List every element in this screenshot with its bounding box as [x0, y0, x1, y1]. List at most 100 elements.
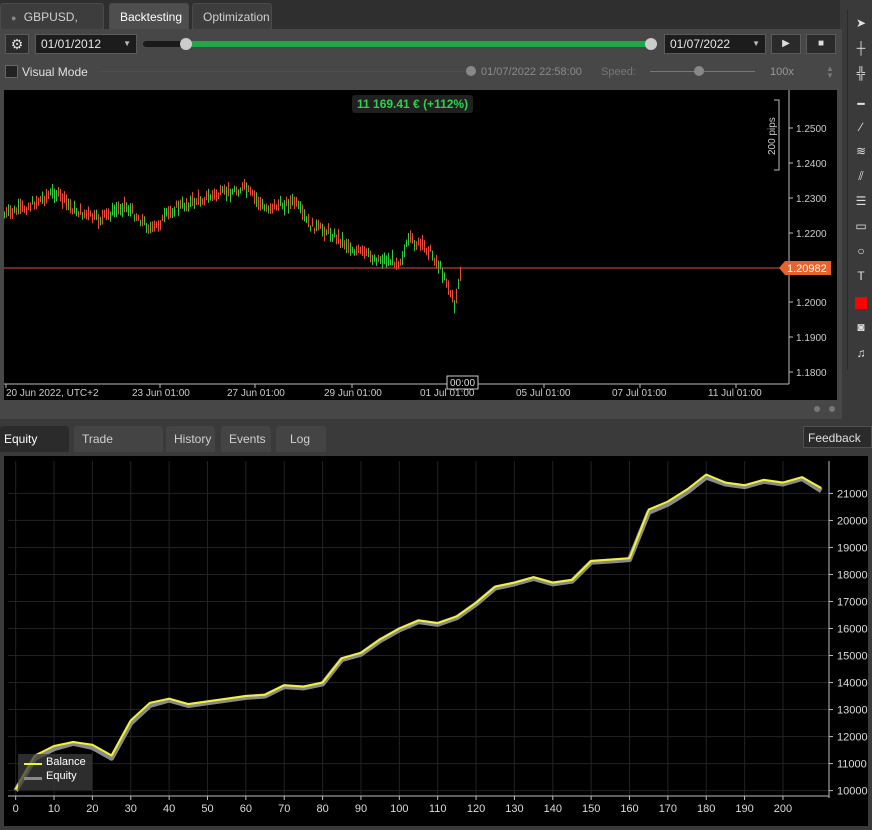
tab-optimization[interactable]: Optimization	[192, 3, 272, 29]
equity-y-tick-label: 11000	[837, 759, 867, 771]
horizontal-line-icon[interactable]: ━	[850, 93, 872, 115]
equity-x-tick-label: 120	[467, 803, 485, 815]
tab-log-label: Log	[290, 432, 311, 446]
end-date-field[interactable]: 01/07/2022 ▼	[664, 34, 766, 54]
fibonacci-icon[interactable]: ≋	[850, 140, 872, 162]
dot-icon: ●	[11, 13, 17, 23]
tab-backtesting[interactable]: Backtesting	[109, 3, 189, 29]
tab-equity-chart[interactable]: Equity Chart	[0, 426, 69, 472]
tab-symbol[interactable]: ● GBPUSD, m30	[0, 3, 104, 51]
equity-y-tick-label: 18000	[837, 569, 868, 581]
legend-equity-label: Equity	[46, 770, 77, 782]
fibo-levels-icon[interactable]: ☰	[850, 190, 872, 212]
top-tab-strip: ● GBPUSD, m30 Backtesting Optimization	[0, 0, 840, 51]
equity-x-tick-label: 10	[48, 803, 60, 815]
text-icon[interactable]: T	[850, 265, 872, 287]
gear-icon: ⚙	[10, 36, 24, 52]
tab-trade-statistics[interactable]: Trade Statistics	[74, 426, 163, 472]
stop-button[interactable]: ■	[806, 34, 836, 54]
price-tick-label: 1.2200	[796, 229, 827, 240]
equity-y-tick-label: 20000	[837, 515, 868, 527]
spinner-icon[interactable]: ▲ ▼	[826, 65, 834, 80]
equity-y-tick-label: 14000	[837, 678, 868, 690]
equity-chart-canvas: 1000011000120001300014000150001600017000…	[8, 461, 868, 815]
profit-badge: 11 169.41 € (+112%)	[352, 95, 474, 113]
equity-x-tick-label: 20	[86, 803, 98, 815]
equity-chart[interactable]: 10000 11000 12000 13000 14000 15000 16000 17000…	[4, 456, 868, 826]
visual-progress-handle[interactable]	[466, 66, 476, 76]
camera-icon[interactable]: ◙	[850, 316, 872, 338]
channel-icon[interactable]: ⫽	[850, 165, 872, 187]
time-tick-label: 07 Jul 01:00	[612, 388, 667, 399]
time-tick-label: 23 Jun 01:00	[132, 388, 190, 399]
equity-x-tick-label: 30	[125, 803, 137, 815]
equity-y-tick-label: 13000	[837, 705, 868, 717]
crosshair-icon[interactable]: ┼	[850, 37, 872, 59]
rectangle-icon[interactable]: ▭	[850, 215, 872, 237]
visual-mode-checkbox[interactable]	[5, 65, 18, 78]
equity-x-tick-label: 200	[774, 803, 792, 815]
series-balance-line	[14, 473, 822, 790]
equity-x-tick-label: 90	[355, 803, 367, 815]
tab-log[interactable]: Log	[276, 426, 326, 452]
equity-y-tick-label: 19000	[837, 542, 868, 554]
equity-x-ticks-group: 0 10 20 30 40 50 60 70 80 90 100 110 120 130 140 150 160…	[13, 796, 792, 815]
tab-history[interactable]: History	[166, 426, 215, 452]
legend-equity-swatch	[24, 777, 42, 780]
time-ticks-group: 20 Jun 2022, UTC+2 23 Jun 01:00 27 Jun 01:…	[5, 384, 762, 399]
price-chart-canvas: 1.2500 1.2400 1.2300 1.2200 1.2000 1.1900 1.18…	[4, 90, 831, 399]
feedback-button[interactable]: Feedback ◪	[803, 426, 872, 467]
equity-x-tick-label: 140	[544, 803, 562, 815]
price-tick-label: 1.2400	[796, 159, 827, 170]
end-date-value: 01/07/2022	[670, 37, 731, 51]
legend-balance-swatch	[24, 763, 42, 765]
equity-y-ticks-group: 10000 11000 12000 13000 14000 15000 16000 17000…	[829, 488, 868, 798]
series-equity-line	[13, 474, 823, 792]
range-end-handle[interactable]	[645, 38, 657, 50]
price-tick-label: 1.2500	[796, 124, 827, 135]
price-tick-label: 1.1900	[796, 333, 827, 344]
scroll-handle[interactable]	[814, 406, 820, 412]
cursor-arrow-icon[interactable]: ➤	[850, 12, 872, 34]
equity-y-tick-label: 10000	[837, 786, 868, 798]
equity-y-tick-label: 17000	[837, 596, 868, 608]
ellipse-icon[interactable]: ○	[850, 240, 872, 262]
settings-button[interactable]: ⚙	[5, 34, 29, 54]
price-tick-label: 1.2000	[796, 298, 827, 309]
equity-x-tick-label: 70	[278, 803, 290, 815]
tab-events[interactable]: Events	[221, 426, 271, 452]
time-tick-label: 01 Jul 01:00	[420, 388, 475, 399]
equity-x-tick-label: 150	[582, 803, 600, 815]
tab-history-label: History	[174, 432, 212, 446]
equity-legend: Balance Equity	[18, 754, 92, 790]
visual-progress-track	[98, 71, 470, 72]
equity-x-tick-label: 190	[735, 803, 753, 815]
color-swatch[interactable]	[850, 291, 872, 313]
equity-x-tick-label: 60	[240, 803, 252, 815]
equity-x-tick-label: 0	[13, 803, 19, 815]
speed-handle[interactable]	[694, 66, 704, 76]
start-date-field[interactable]: 01/01/2012 ▼	[35, 34, 137, 54]
equity-x-tick-label: 40	[163, 803, 175, 815]
date-range-slider[interactable]	[143, 38, 657, 50]
speed-value: 100x	[770, 66, 794, 78]
candles-group	[4, 178, 461, 314]
drawing-toolbar: ➤ ┼ ╬ ━ ∕ ≋ ⫽ ☰ ▭ ○ T ◙ ♫	[847, 10, 872, 370]
price-tick-label: 1.2300	[796, 194, 827, 205]
tab-backtesting-label: Backtesting	[120, 10, 183, 24]
play-icon: ▶	[782, 38, 790, 49]
scroll-right-dot[interactable]	[829, 406, 835, 412]
equity-x-tick-label: 170	[659, 803, 677, 815]
range-start-handle[interactable]	[180, 38, 192, 50]
price-chart[interactable]: 1.2500 1.2400 1.2300 1.2200 1.2000 1.1900 1.18…	[4, 90, 837, 412]
start-date-value: 01/01/2012	[41, 37, 102, 51]
play-button[interactable]: ▶	[771, 34, 801, 54]
trend-line-icon[interactable]: ∕	[850, 116, 872, 138]
equity-grid-group	[8, 461, 830, 798]
time-tick-label: 05 Jul 01:00	[516, 388, 571, 399]
cross-measure-icon[interactable]: ╬	[850, 62, 872, 84]
bell-icon[interactable]: ♫	[850, 342, 872, 364]
equity-series-group	[13, 473, 823, 792]
time-tick-label: 20 Jun 2022, UTC+2	[6, 388, 99, 399]
price-ticks-group: 1.2500 1.2400 1.2300 1.2200 1.2000 1.1900 1.18…	[789, 124, 827, 379]
